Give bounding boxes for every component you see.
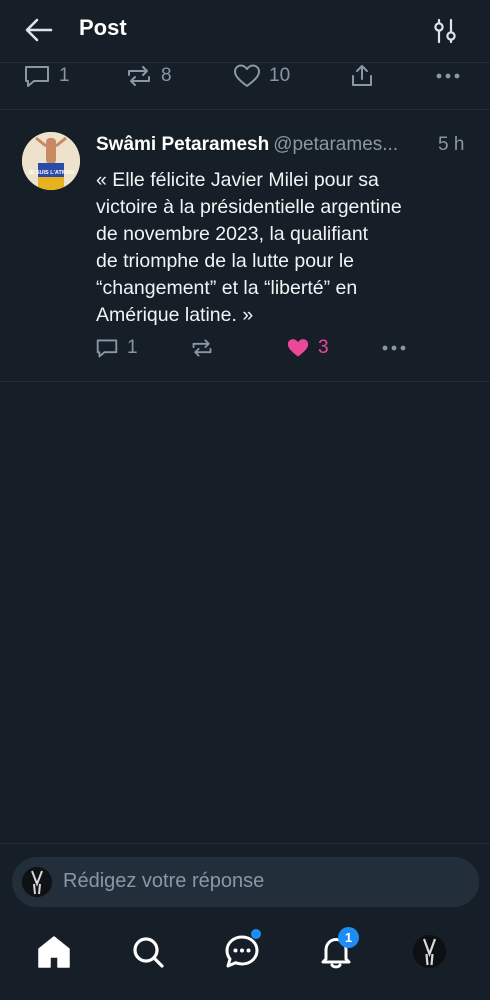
notification-badge: 1 [338,927,359,948]
post-text-line: victoire à la présidentielle argentine [96,196,402,218]
tab-profile[interactable] [413,935,446,968]
like-count: 3 [318,337,329,358]
post-text-line: “changement” et la “liberté” en [96,277,358,299]
like-count: 10 [269,65,291,86]
more-horizontal-icon [436,73,460,79]
arrow-left-icon [25,18,53,42]
repost-icon [192,339,212,357]
post[interactable]: JE SUIS L'ATMAN Swâmi Petaramesh @petaram… [0,110,490,382]
user-avatar [22,867,52,897]
reply-composer[interactable]: Rédigez votre réponse [12,857,479,907]
avatar-image [22,867,52,897]
author-handle[interactable]: @petarames... [273,134,398,155]
sliders-icon [434,18,456,44]
post-text-line: Amérique latine. » [96,304,254,326]
more-options-button[interactable] [435,63,461,89]
heart-icon [234,64,260,87]
repost-count: 8 [161,65,172,86]
author-avatar[interactable]: JE SUIS L'ATMAN [22,132,80,190]
comment-icon [96,339,118,358]
back-button[interactable] [24,16,56,44]
home-icon [38,936,70,968]
previous-post-actions: 1 8 10 [0,62,490,110]
post-header: Swâmi Petaramesh @petarames... [96,134,476,156]
profile-avatar-icon [413,935,446,968]
post-text: « Elle félicite Javier Milei pour sa vic… [96,167,466,329]
post-text-line: de novembre 2023, la qualifiant [96,223,369,245]
post-timestamp: 5 h [438,134,465,155]
top-bar: Post [0,0,490,62]
divider [0,843,490,844]
comment-icon [25,66,49,87]
avatar-slogan: JE SUIS L'ATMAN [28,170,75,176]
reply-count: 1 [59,65,70,86]
reply-button[interactable]: 1 [95,337,138,359]
page-title: Post [79,15,127,40]
repost-icon [128,66,150,86]
reply-count: 1 [127,337,138,358]
search-icon [133,937,164,968]
author-name[interactable]: Swâmi Petaramesh [96,134,269,155]
reply-button[interactable]: 1 [23,63,70,89]
repost-button[interactable]: 8 [125,63,172,89]
messages-unread-dot [251,929,261,939]
share-icon [352,65,372,86]
like-button[interactable]: 10 [233,63,290,89]
post-text-line: « Elle félicite Javier Milei pour sa [96,169,379,191]
more-horizontal-icon [382,345,406,351]
tab-home[interactable] [34,932,74,972]
more-options-button[interactable] [381,337,407,359]
heart-filled-icon [287,339,309,357]
like-button[interactable]: 3 [286,337,329,359]
reply-input-placeholder[interactable]: Rédigez votre réponse [63,870,264,893]
post-text-line: de triomphe de la lutte pour le [96,250,354,272]
share-button[interactable] [349,63,375,89]
repost-button[interactable] [190,337,214,359]
avatar-image: JE SUIS L'ATMAN [22,132,80,190]
tab-search[interactable] [128,932,168,972]
thread-settings-button[interactable] [430,16,460,46]
